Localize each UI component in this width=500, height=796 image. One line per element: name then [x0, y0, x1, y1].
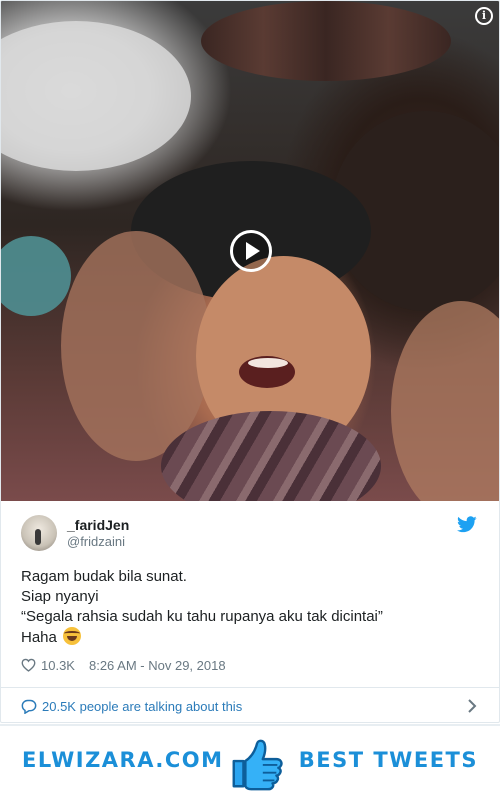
adult-arm-left: [61, 231, 211, 461]
tweet-meta: 10.3K 8:26 AM - Nov 29, 2018: [21, 656, 226, 674]
background-bucket: [1, 236, 71, 316]
background-bottles: [201, 1, 451, 81]
site-brand[interactable]: ELWIZARA.COM: [22, 748, 224, 772]
info-icon[interactable]: i: [475, 7, 493, 25]
embedded-tweet-card[interactable]: i _faridJen @fridzaini Ragam budak bila …: [0, 0, 500, 723]
play-triangle: [246, 242, 260, 260]
speech-bubble-icon: [21, 699, 37, 714]
tweet-line: Ragam budak bila sunat.: [21, 568, 187, 585]
footer-banner: ELWIZARA.COM BEST TWEETS: [0, 724, 500, 796]
tweet-line-last: Haha: [21, 627, 481, 648]
tweet-line: “Segala rahsia sudah ku tahu rupanya aku…: [21, 608, 383, 625]
chevron-right-icon[interactable]: [467, 698, 477, 714]
twitter-bird-icon[interactable]: [457, 516, 477, 533]
tweet-text: Ragam budak bila sunat. Siap nyanyi “Seg…: [21, 567, 481, 648]
tweet-author[interactable]: _faridJen @fridzaini: [21, 515, 129, 551]
child-teeth: [248, 358, 288, 368]
play-icon[interactable]: [230, 230, 272, 272]
best-tweets-label: BEST TWEETS: [298, 748, 478, 772]
conversation-text[interactable]: 20.5K people are talking about this: [42, 699, 242, 714]
like-count[interactable]: 10.3K: [41, 658, 75, 673]
tweet-timestamp[interactable]: 8:26 AM - Nov 29, 2018: [89, 658, 226, 673]
conversation-link[interactable]: 20.5K people are talking about this: [1, 688, 499, 722]
user-handle[interactable]: @fridzaini: [67, 534, 129, 550]
adult-arm-right: [391, 301, 499, 501]
avatar[interactable]: [21, 515, 57, 551]
face-with-tears-of-joy-emoji: [63, 627, 82, 645]
tweet-line: Siap nyanyi: [21, 588, 99, 605]
author-names: _faridJen @fridzaini: [67, 516, 129, 550]
striped-scarf: [161, 411, 381, 501]
tweet-line: Haha: [21, 629, 57, 646]
video-thumbnail[interactable]: i: [1, 1, 499, 501]
heart-icon[interactable]: [21, 658, 36, 672]
background-basin: [1, 21, 191, 171]
thumbs-up-icon: [232, 739, 283, 791]
display-name[interactable]: _faridJen: [67, 516, 129, 534]
